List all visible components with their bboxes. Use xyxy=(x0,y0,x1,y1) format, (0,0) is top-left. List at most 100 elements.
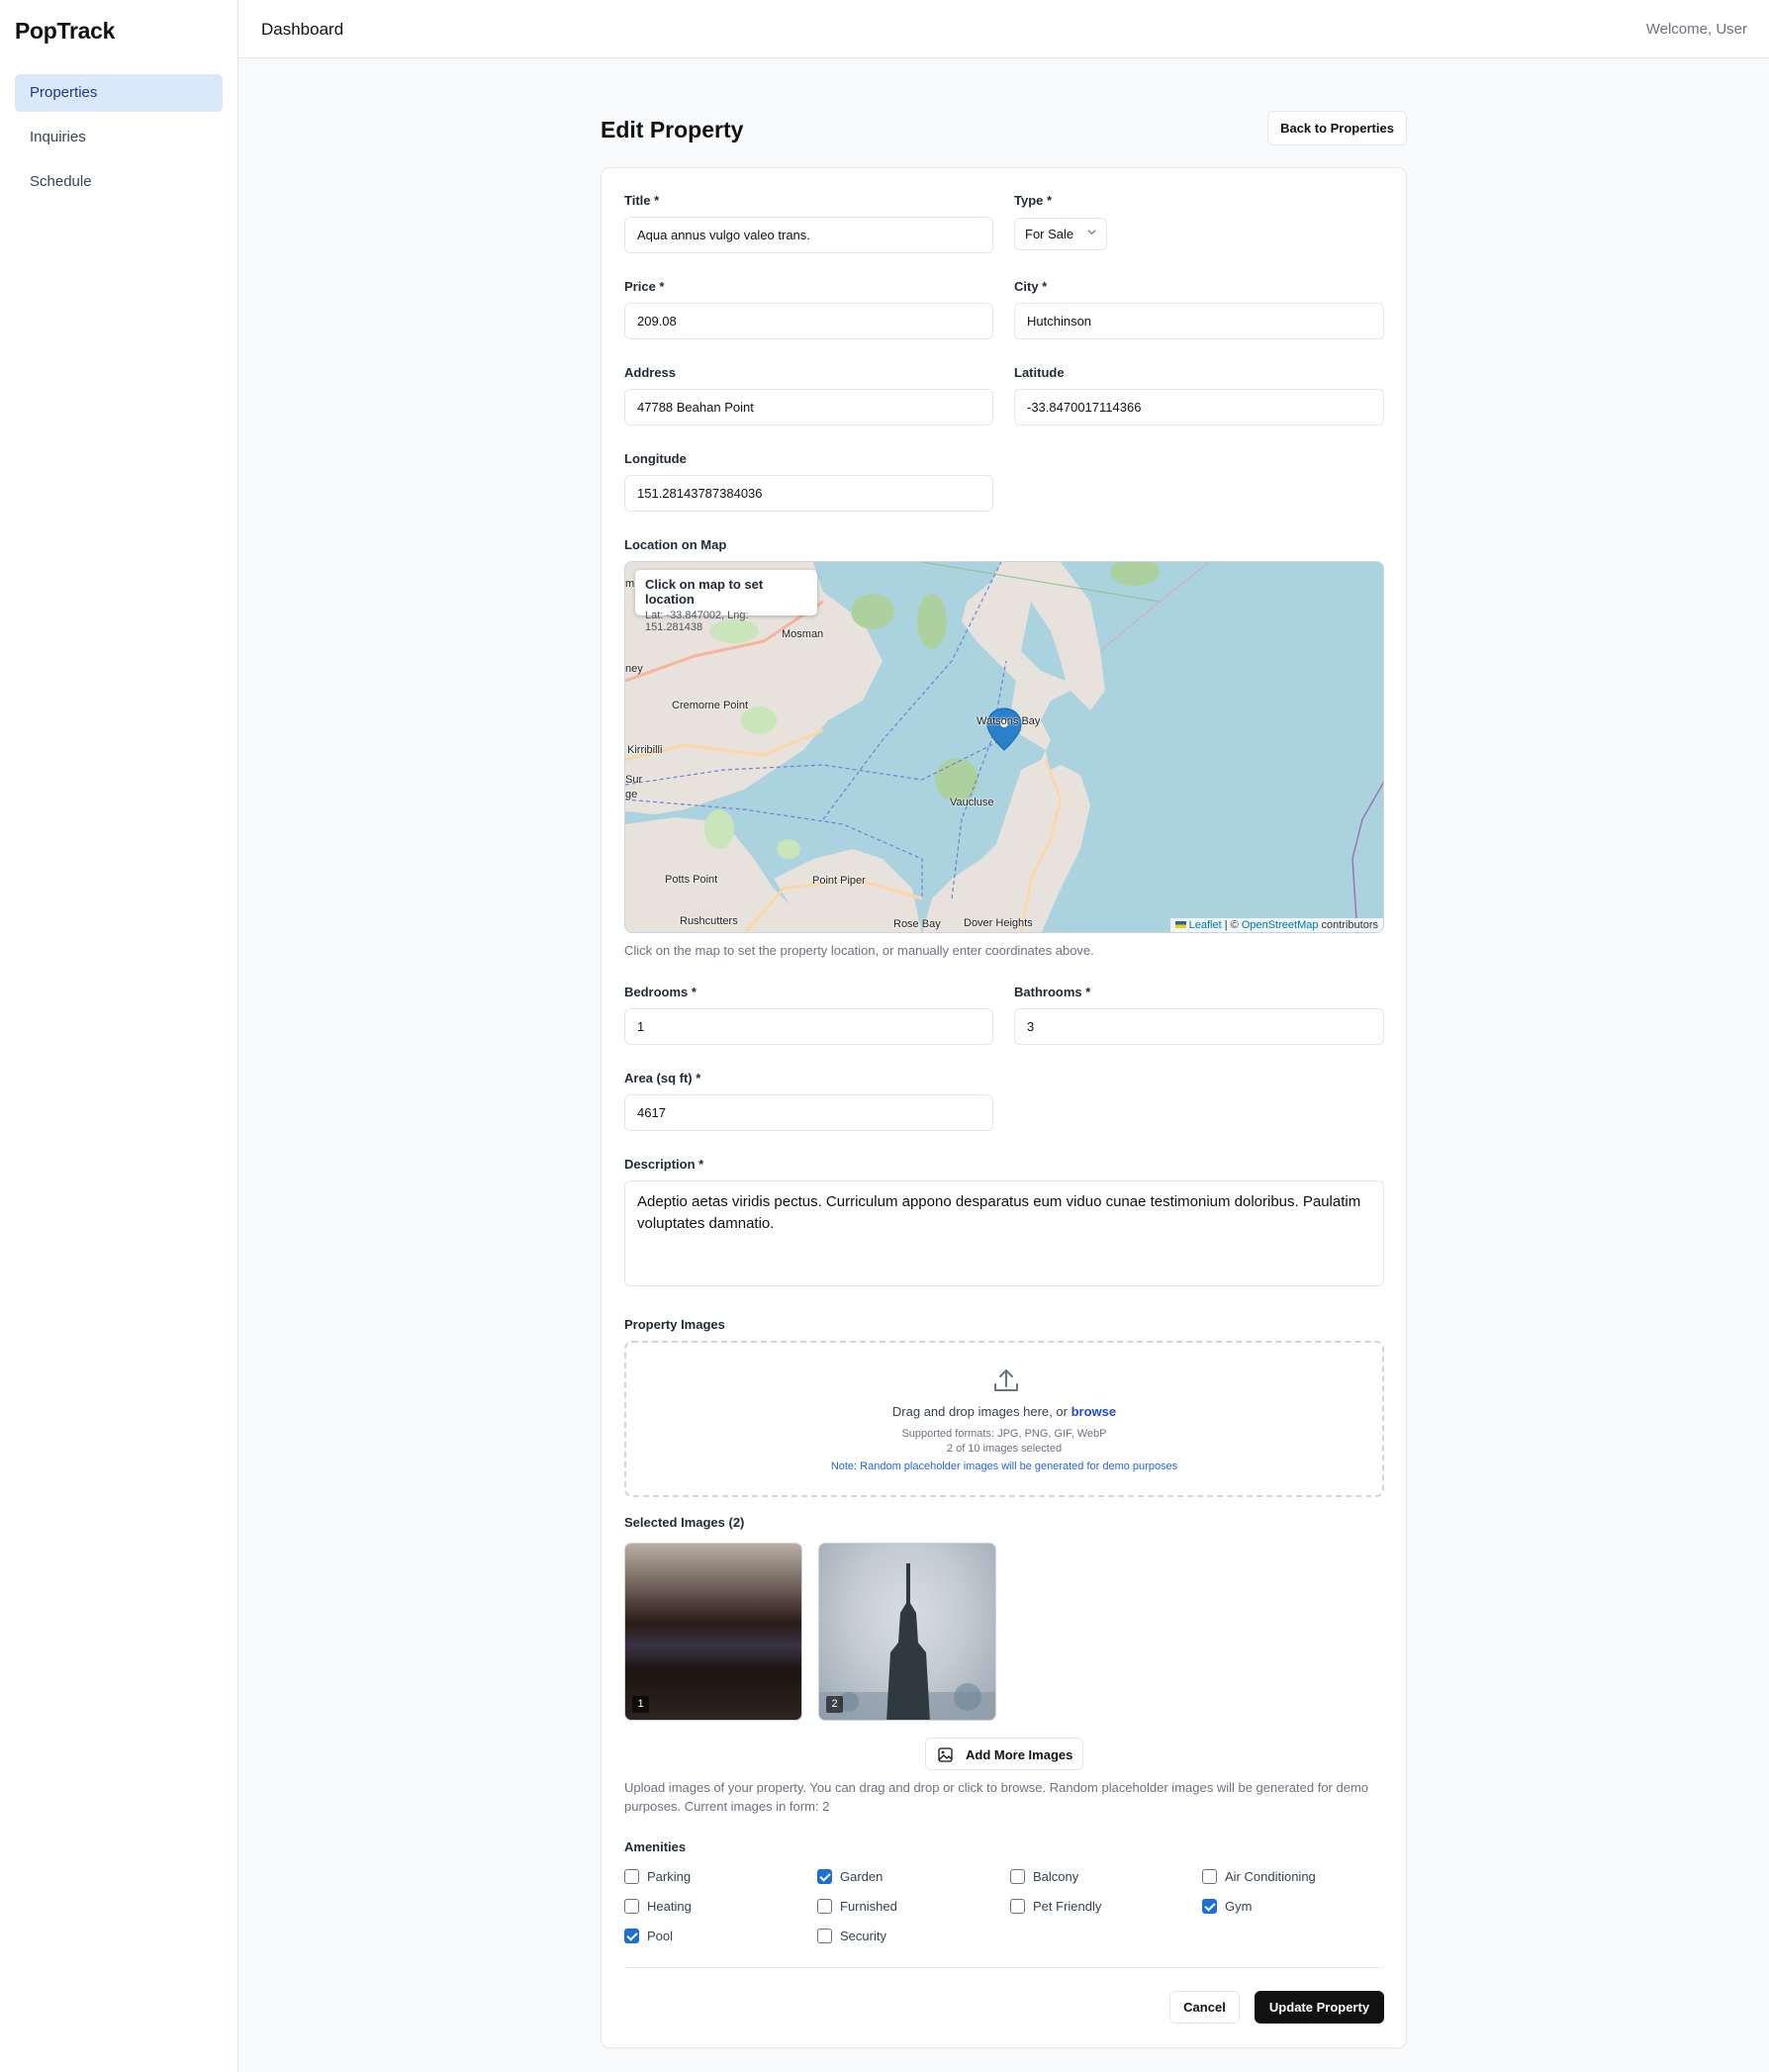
map-place-cremorne-point: Cremorne Point xyxy=(672,700,749,711)
map-place-vaucluse: Vaucluse xyxy=(950,797,994,808)
bathrooms-input[interactable]: 3 xyxy=(1014,1008,1384,1045)
add-more-images-label: Add More Images xyxy=(966,1747,1073,1762)
checkbox[interactable] xyxy=(624,1928,639,1943)
title-input[interactable]: Aqua annus vulgo valeo trans. xyxy=(624,217,993,253)
checkbox[interactable] xyxy=(1010,1898,1025,1914)
building-image xyxy=(819,1563,995,1720)
price-input[interactable]: 209.08 xyxy=(624,303,993,339)
amenity-security[interactable]: Security xyxy=(817,1927,886,1944)
checkbox[interactable] xyxy=(817,1898,832,1914)
sidebar: PopTrack Properties Inquiries Schedule xyxy=(0,0,238,2072)
longitude-label: Longitude xyxy=(624,451,687,466)
checkbox[interactable] xyxy=(1202,1868,1217,1884)
price-label: Price * xyxy=(624,279,665,294)
amenity-furnished[interactable]: Furnished xyxy=(817,1897,897,1915)
amenity-label: Security xyxy=(840,1928,886,1943)
bedrooms-input[interactable]: 1 xyxy=(624,1008,993,1045)
map-place-fragment: ney xyxy=(625,663,643,675)
amenity-label: Gym xyxy=(1225,1898,1253,1914)
image-icon xyxy=(938,1747,953,1762)
page-title: Edit Property xyxy=(601,117,744,142)
longitude-input[interactable]: 151.28143787384036 xyxy=(624,475,993,512)
map-place-dover-heights: Dover Heights xyxy=(964,917,1033,929)
amenity-label: Parking xyxy=(647,1868,692,1884)
upload-icon xyxy=(994,1369,1018,1391)
selected-image-thumb[interactable]: 2 xyxy=(818,1543,996,1721)
amenity-label: Furnished xyxy=(840,1898,897,1914)
latitude-input[interactable]: -33.8470017114366 xyxy=(1014,389,1384,425)
type-select-value: For Sale xyxy=(1025,227,1074,241)
map-helper-text: Click on the map to set the property loc… xyxy=(624,943,1094,958)
selected-image-thumb[interactable]: 1 xyxy=(624,1543,802,1721)
location-map[interactable]: Mosman Cremorne Point Kirribilli Watsons… xyxy=(624,561,1384,933)
bathrooms-label: Bathrooms * xyxy=(1014,985,1091,999)
city-label: City * xyxy=(1014,279,1048,294)
map-place-kirribilli: Kirribilli xyxy=(627,744,663,756)
description-textarea[interactable]: Adeptio aetas viridis pectus. Curriculum… xyxy=(624,1180,1384,1286)
type-label: Type * xyxy=(1014,193,1053,208)
amenity-air-conditioning[interactable]: Air Conditioning xyxy=(1202,1867,1316,1885)
osm-link[interactable]: OpenStreetMap xyxy=(1242,919,1319,931)
header-title: Dashboard xyxy=(261,20,344,39)
map-place-watsons-bay: Watsons Bay xyxy=(977,715,1041,727)
area-input[interactable]: 4617 xyxy=(624,1094,993,1131)
image-number-badge: 2 xyxy=(826,1696,843,1713)
map-place-potts-point: Potts Point xyxy=(665,874,718,886)
map-place-fragment: ge xyxy=(625,789,638,801)
area-label: Area (sq ft) * xyxy=(624,1071,701,1085)
leaflet-link[interactable]: Leaflet xyxy=(1189,919,1222,931)
amenity-gym[interactable]: Gym xyxy=(1202,1897,1252,1915)
browse-link[interactable]: browse xyxy=(1071,1404,1117,1419)
chevron-down-icon xyxy=(1087,230,1096,235)
type-select[interactable]: For Sale xyxy=(1014,218,1107,250)
attribution-separator: | © xyxy=(1221,919,1242,931)
brand-logo: PopTrack xyxy=(15,18,116,44)
amenity-heating[interactable]: Heating xyxy=(624,1897,692,1915)
address-label: Address xyxy=(624,365,677,380)
sidebar-item-properties[interactable]: Properties xyxy=(15,74,223,112)
attribution-contributors: contributors xyxy=(1318,919,1378,931)
dropzone-drag-text: Drag and drop images here, or xyxy=(891,1404,1071,1419)
top-header: Dashboard Welcome, User xyxy=(238,0,1769,58)
city-input[interactable]: Hutchinson xyxy=(1014,303,1384,339)
checkbox[interactable] xyxy=(1010,1868,1025,1884)
dropzone-text: Drag and drop images here, or browse xyxy=(626,1404,1382,1419)
cancel-button[interactable]: Cancel xyxy=(1169,1991,1240,2024)
amenity-label: Pet Friendly xyxy=(1033,1898,1102,1914)
back-to-properties-button[interactable]: Back to Properties xyxy=(1267,111,1407,145)
images-count: 2 of 10 images selected xyxy=(946,1443,1063,1455)
checkbox[interactable] xyxy=(624,1898,639,1914)
sidebar-item-schedule[interactable]: Schedule xyxy=(15,163,223,201)
amenity-pool[interactable]: Pool xyxy=(624,1927,673,1944)
map-place-point-piper: Point Piper xyxy=(812,875,866,887)
checkbox[interactable] xyxy=(1202,1898,1217,1914)
add-more-images-button[interactable]: Add More Images xyxy=(925,1738,1083,1770)
map-info-box: Click on map to set location Lat: -33.84… xyxy=(635,570,817,633)
amenity-label: Garden xyxy=(840,1868,884,1884)
sidebar-item-inquiries[interactable]: Inquiries xyxy=(15,119,223,156)
welcome-text: Welcome, User xyxy=(1645,21,1747,38)
title-label: Title * xyxy=(624,193,660,208)
address-input[interactable]: 47788 Beahan Point xyxy=(624,389,993,425)
map-info-coords: Lat: -33.847002, Lng: 151.281438 xyxy=(645,610,749,633)
image-dropzone[interactable]: Drag and drop images here, or browse Sup… xyxy=(624,1341,1384,1497)
checkbox[interactable] xyxy=(624,1868,639,1884)
checkbox[interactable] xyxy=(817,1868,832,1884)
amenity-parking[interactable]: Parking xyxy=(624,1867,691,1885)
supported-formats: Supported formats: JPG, PNG, GIF, WebP xyxy=(901,1428,1107,1440)
amenity-balcony[interactable]: Balcony xyxy=(1010,1867,1078,1885)
amenity-garden[interactable]: Garden xyxy=(817,1867,883,1885)
latitude-label: Latitude xyxy=(1014,365,1065,380)
amenity-label: Heating xyxy=(647,1898,692,1914)
sidebar-nav: Properties Inquiries Schedule xyxy=(15,74,223,208)
images-helper-text: Upload images of your property. You can … xyxy=(624,1780,1369,1814)
amenity-pet-friendly[interactable]: Pet Friendly xyxy=(1010,1897,1101,1915)
form-divider xyxy=(624,1967,1384,1968)
checkbox[interactable] xyxy=(817,1928,832,1943)
map-place-fragment: Sur xyxy=(625,774,643,786)
amenity-label: Balcony xyxy=(1033,1868,1079,1884)
map-label: Location on Map xyxy=(624,537,727,552)
map-place-rushcutters: Rushcutters xyxy=(680,915,738,927)
update-property-button[interactable]: Update Property xyxy=(1255,1991,1384,2024)
leaflet-flag-icon xyxy=(1174,921,1186,928)
